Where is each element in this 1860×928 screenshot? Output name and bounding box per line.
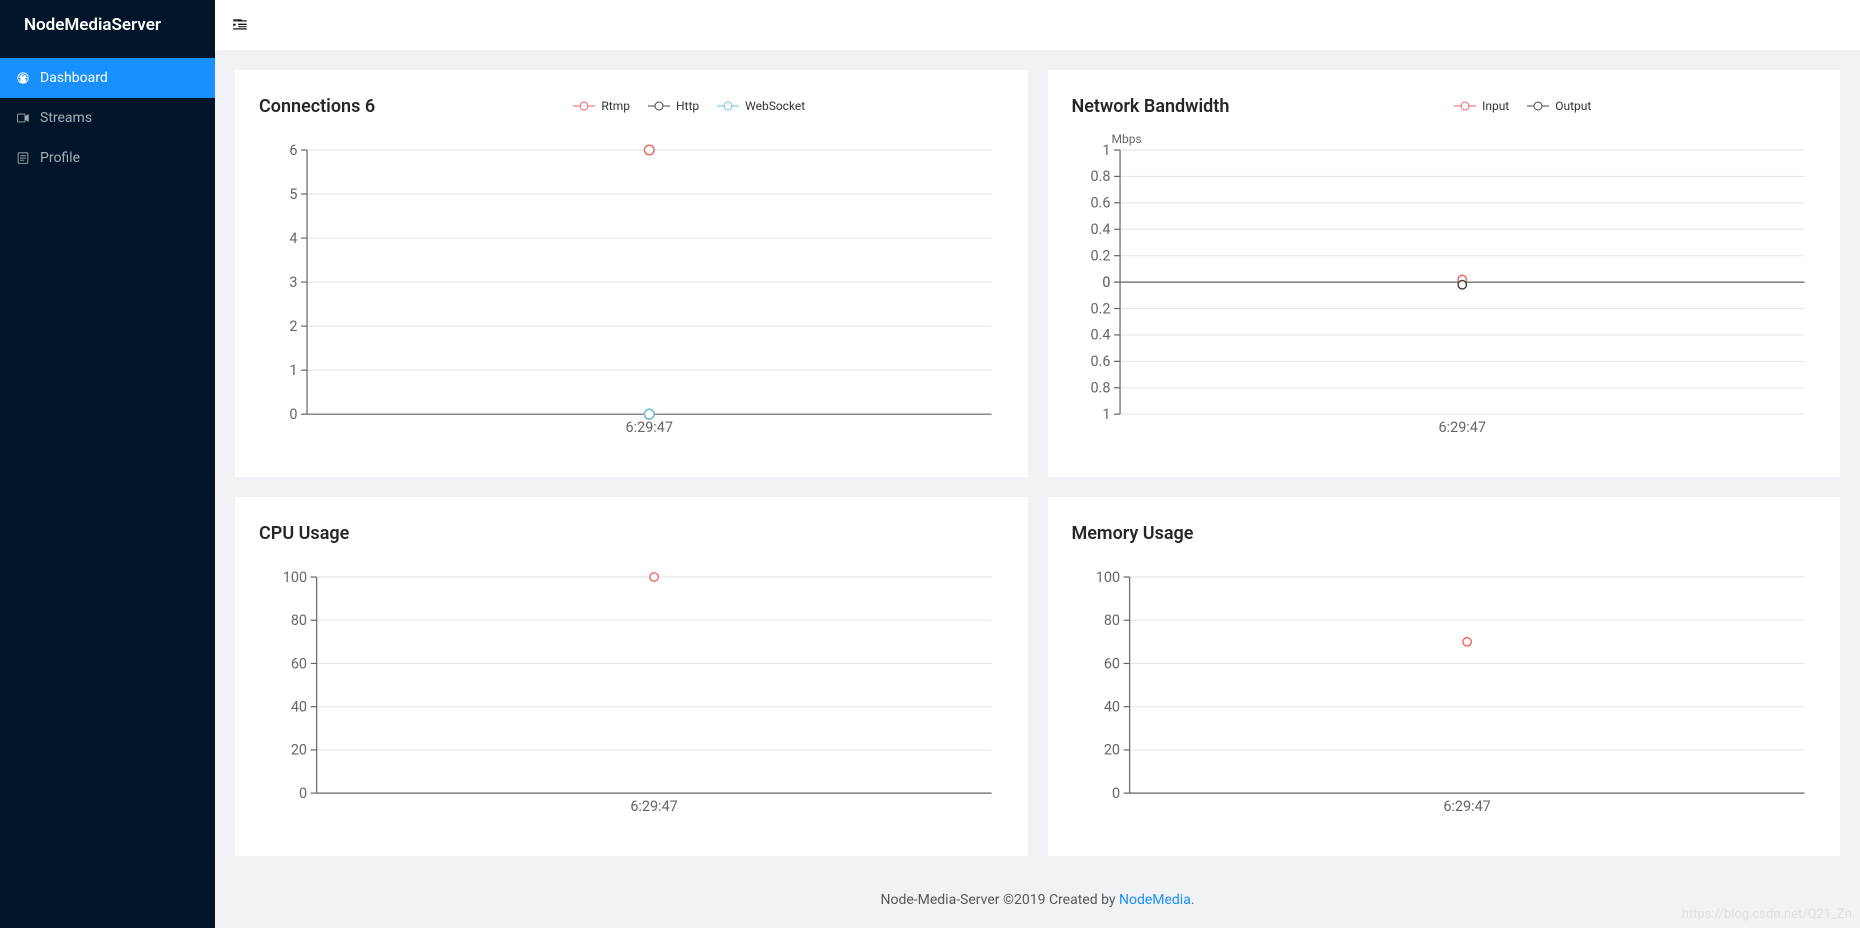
legend-item-output[interactable]: Output: [1527, 99, 1591, 113]
chart-bandwidth: 10.80.60.40.2000.20.40.60.81 6:29:47: [1072, 138, 1817, 438]
card-bandwidth: Network Bandwidth Input Output Mbps 1 0.8…: [1048, 70, 1841, 477]
svg-text:6:29:47: 6:29:47: [1438, 419, 1485, 436]
legend-bandwidth: Input Output: [1229, 99, 1816, 113]
chart-title-bandwidth: Network Bandwidth: [1072, 96, 1230, 117]
svg-text:0.4: 0.4: [1090, 327, 1110, 344]
svg-text:0.8: 0.8: [1090, 168, 1110, 185]
sidebar-item-dashboard[interactable]: Dashboard: [0, 58, 215, 98]
svg-text:0.6: 0.6: [1090, 353, 1110, 370]
dashboard-icon: [16, 71, 30, 85]
footer: Node-Media-Server ©2019 Created by NodeM…: [215, 876, 1860, 928]
svg-text:6:29:47: 6:29:47: [1443, 798, 1490, 815]
svg-text:4: 4: [289, 230, 297, 247]
svg-text:80: 80: [1103, 612, 1119, 629]
chart-connections: 0 1 2 3 4 5 6 6:29:47: [259, 138, 1004, 438]
svg-text:40: 40: [1103, 699, 1119, 716]
svg-text:0: 0: [299, 785, 307, 802]
svg-text:100: 100: [1095, 569, 1119, 586]
chart-title-memory: Memory Usage: [1072, 523, 1194, 544]
svg-text:3: 3: [289, 274, 297, 291]
chart-unit-label: Mbps: [1112, 132, 1142, 146]
footer-link[interactable]: NodeMedia: [1119, 892, 1191, 908]
legend-item-input[interactable]: Input: [1454, 99, 1509, 113]
legend-item-websocket[interactable]: WebSocket: [717, 99, 805, 113]
sidebar-menu: Dashboard Streams Profile: [0, 50, 215, 178]
svg-text:2: 2: [289, 318, 297, 335]
chart-cpu: 0 20 40 60 80 100 6:29:47: [259, 565, 1004, 817]
sidebar-item-profile[interactable]: Profile: [0, 138, 215, 178]
legend-item-http[interactable]: Http: [648, 99, 699, 113]
svg-text:0.4: 0.4: [1090, 221, 1110, 238]
menu-fold-icon[interactable]: [231, 16, 249, 34]
footer-text: Node-Media-Server ©2019 Created by: [880, 892, 1119, 908]
card-memory: Memory Usage 0 20 40 60 80 100 6:29:47: [1048, 497, 1841, 856]
svg-text:1: 1: [1102, 406, 1110, 423]
header: [215, 0, 1860, 50]
card-connections: Connections 6 Rtmp Http WebSocket 0 1 2 3 4 5…: [235, 70, 1028, 477]
app-title: NodeMediaServer: [0, 0, 215, 50]
svg-text:0.8: 0.8: [1090, 380, 1110, 397]
svg-text:0.2: 0.2: [1090, 247, 1110, 264]
chart-title-cpu: CPU Usage: [259, 523, 349, 544]
legend-connections: Rtmp Http WebSocket: [375, 99, 1003, 113]
chart-title-connections: Connections 6: [259, 96, 375, 117]
svg-text:20: 20: [291, 742, 307, 759]
svg-text:1: 1: [1102, 142, 1110, 159]
sidebar-item-label: Streams: [40, 110, 92, 126]
chart-memory: 0 20 40 60 80 100 6:29:47: [1072, 565, 1817, 817]
svg-text:20: 20: [1103, 742, 1119, 759]
svg-text:0.2: 0.2: [1090, 300, 1110, 317]
svg-text:5: 5: [289, 186, 297, 203]
svg-text:0.6: 0.6: [1090, 195, 1110, 212]
svg-text:6:29:47: 6:29:47: [626, 419, 673, 436]
svg-text:1: 1: [289, 362, 297, 379]
sidebar-item-streams[interactable]: Streams: [0, 98, 215, 138]
svg-text:6: 6: [289, 142, 297, 159]
svg-text:40: 40: [291, 699, 307, 716]
svg-text:80: 80: [291, 612, 307, 629]
sidebar: NodeMediaServer Dashboard Streams Profil…: [0, 0, 215, 928]
sidebar-item-label: Dashboard: [40, 70, 108, 86]
profile-icon: [16, 151, 30, 165]
svg-text:0: 0: [1111, 785, 1119, 802]
svg-text:6:29:47: 6:29:47: [630, 798, 677, 815]
video-icon: [16, 111, 30, 125]
svg-text:0: 0: [289, 406, 297, 423]
svg-text:60: 60: [291, 655, 307, 672]
card-cpu: CPU Usage 0 20 40 60 80 100 6:29:47: [235, 497, 1028, 856]
svg-text:0: 0: [1102, 274, 1110, 291]
svg-text:100: 100: [283, 569, 307, 586]
content-grid: Connections 6 Rtmp Http WebSocket 0 1 2 3 4 5…: [215, 50, 1860, 876]
sidebar-item-label: Profile: [40, 150, 80, 166]
svg-text:60: 60: [1103, 655, 1119, 672]
legend-item-rtmp[interactable]: Rtmp: [573, 99, 630, 113]
